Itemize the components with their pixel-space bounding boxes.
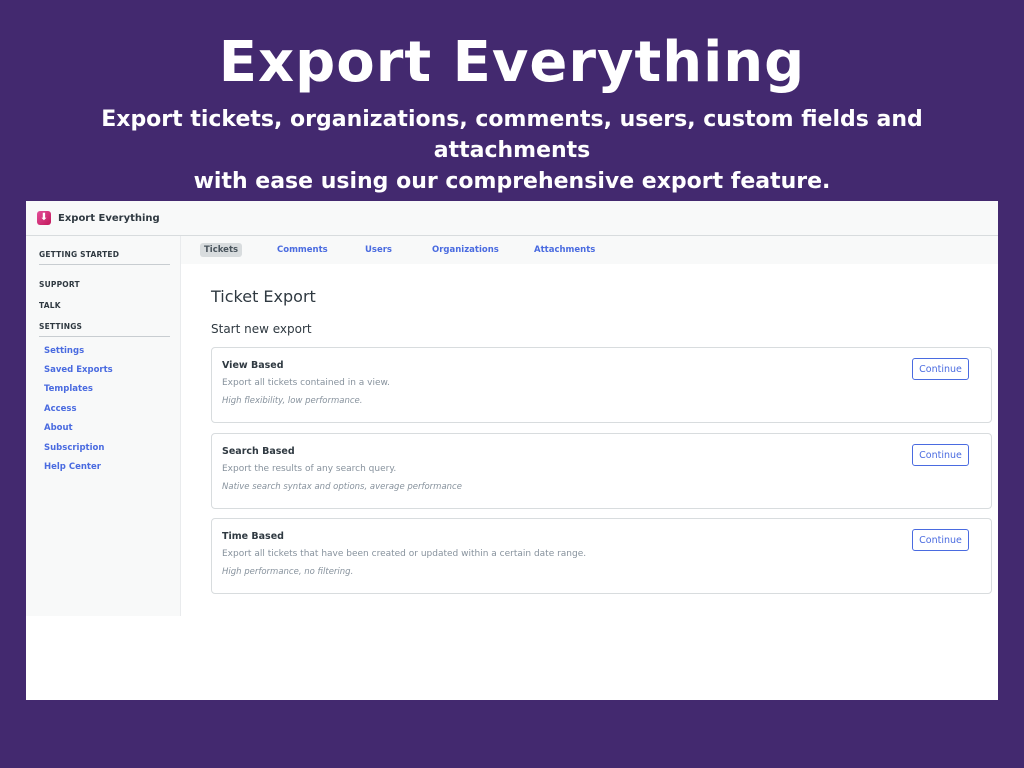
continue-button-time-based[interactable]: Continue — [912, 529, 969, 551]
card-description: Export the results of any search query. — [222, 464, 397, 474]
app-name: Export Everything — [58, 212, 160, 224]
export-card-search-based: Search Based Export the results of any s… — [211, 433, 992, 509]
sidebar-section-settings[interactable]: SETTINGS — [39, 322, 82, 331]
sidebar-item-about[interactable]: About — [44, 423, 73, 433]
section-title: Start new export — [211, 322, 312, 336]
card-description: Export all tickets that have been create… — [222, 549, 587, 559]
sidebar-item-subscription[interactable]: Subscription — [44, 443, 104, 453]
card-title: View Based — [222, 360, 284, 371]
continue-button-view-based[interactable]: Continue — [912, 358, 969, 380]
download-icon: ⬇ — [37, 211, 51, 225]
sidebar-item-settings[interactable]: Settings — [44, 346, 84, 356]
hero-subtitle: Export tickets, organizations, comments,… — [40, 104, 984, 197]
sidebar-item-templates[interactable]: Templates — [44, 384, 93, 394]
card-note: Native search syntax and options, averag… — [222, 482, 462, 492]
tab-users[interactable]: Users — [361, 243, 396, 257]
sidebar-section-getting-started[interactable]: GETTING STARTED — [39, 250, 119, 259]
card-note: High flexibility, low performance. — [222, 396, 363, 406]
export-card-view-based: View Based Export all tickets contained … — [211, 347, 992, 423]
sidebar-divider — [39, 336, 170, 337]
tab-attachments[interactable]: Attachments — [530, 243, 599, 257]
sidebar-section-support[interactable]: SUPPORT — [39, 280, 80, 289]
hero-subtitle-line-1: Export tickets, organizations, comments,… — [101, 107, 923, 163]
hero-title: Export Everything — [218, 30, 806, 95]
tab-organizations[interactable]: Organizations — [428, 243, 503, 257]
sidebar-item-saved-exports[interactable]: Saved Exports — [44, 365, 113, 375]
sidebar-divider — [39, 264, 170, 265]
hero-subtitle-line-2: with ease using our comprehensive export… — [193, 169, 831, 194]
app-window: ⬇ Export Everything GETTING STARTED SUPP… — [26, 201, 998, 700]
sidebar-item-access[interactable]: Access — [44, 404, 77, 414]
tab-tickets[interactable]: Tickets — [200, 243, 243, 257]
app-header: ⬇ Export Everything — [26, 201, 998, 236]
card-note: High performance, no filtering. — [222, 567, 354, 577]
continue-button-search-based[interactable]: Continue — [912, 444, 969, 466]
card-title: Search Based — [222, 446, 295, 457]
page-title: Ticket Export — [211, 287, 316, 306]
tab-bar: Tickets Comments Users Organizations Att… — [181, 236, 998, 264]
tab-comments[interactable]: Comments — [273, 243, 332, 257]
export-card-time-based: Time Based Export all tickets that have … — [211, 518, 992, 594]
sidebar-section-talk[interactable]: TALK — [39, 301, 61, 310]
sidebar-item-help-center[interactable]: Help Center — [44, 462, 101, 472]
card-description: Export all tickets contained in a view. — [222, 378, 390, 388]
card-title: Time Based — [222, 531, 284, 542]
sidebar: GETTING STARTED SUPPORT TALK SETTINGS Se… — [26, 236, 181, 616]
